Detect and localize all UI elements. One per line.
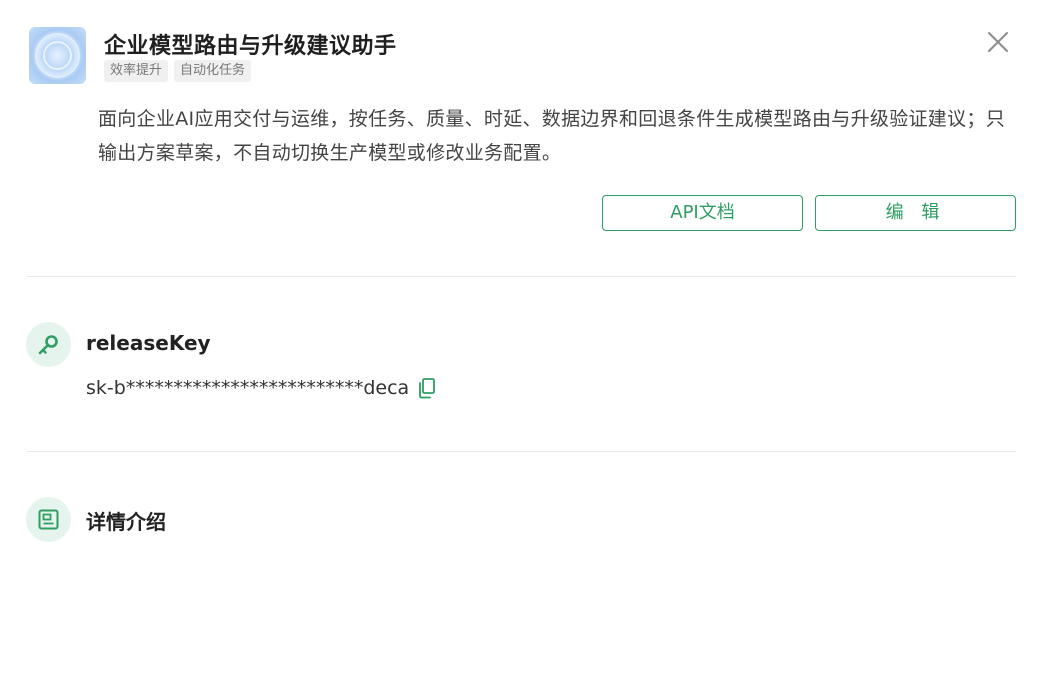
key-icon-badge <box>26 322 71 367</box>
close-button[interactable] <box>984 28 1012 56</box>
section-divider <box>27 276 1016 277</box>
app-title: 企业模型路由与升级建议助手 <box>104 34 397 59</box>
edit-button[interactable]: 编 辑 <box>815 195 1016 231</box>
release-key-value: sk-b*************************deca <box>86 377 410 399</box>
tag-automation: 自动化任务 <box>174 60 252 82</box>
key-icon <box>38 335 58 355</box>
tag-list: 效率提升 自动化任务 <box>104 60 252 82</box>
document-icon <box>38 509 59 530</box>
app-avatar-icon <box>29 27 86 84</box>
api-docs-button[interactable]: API文档 <box>602 195 803 231</box>
details-title: 详情介绍 <box>86 510 166 534</box>
section-divider <box>27 451 1016 452</box>
app-description: 面向企业AI应用交付与运维，按任务、质量、时延、数据边界和回退条件生成模型路由与… <box>98 108 1006 164</box>
close-icon[interactable] <box>984 28 1012 56</box>
app-detail-panel: 企业模型路由与升级建议助手 效率提升 自动化任务 面向企业AI应用交付与运维，按… <box>0 0 1050 678</box>
tag-efficiency: 效率提升 <box>104 60 169 82</box>
copy-icon[interactable] <box>417 377 437 399</box>
document-icon-badge <box>26 497 71 542</box>
release-key-title: releaseKey <box>86 331 211 355</box>
release-key-row: sk-b*************************deca <box>86 377 437 399</box>
